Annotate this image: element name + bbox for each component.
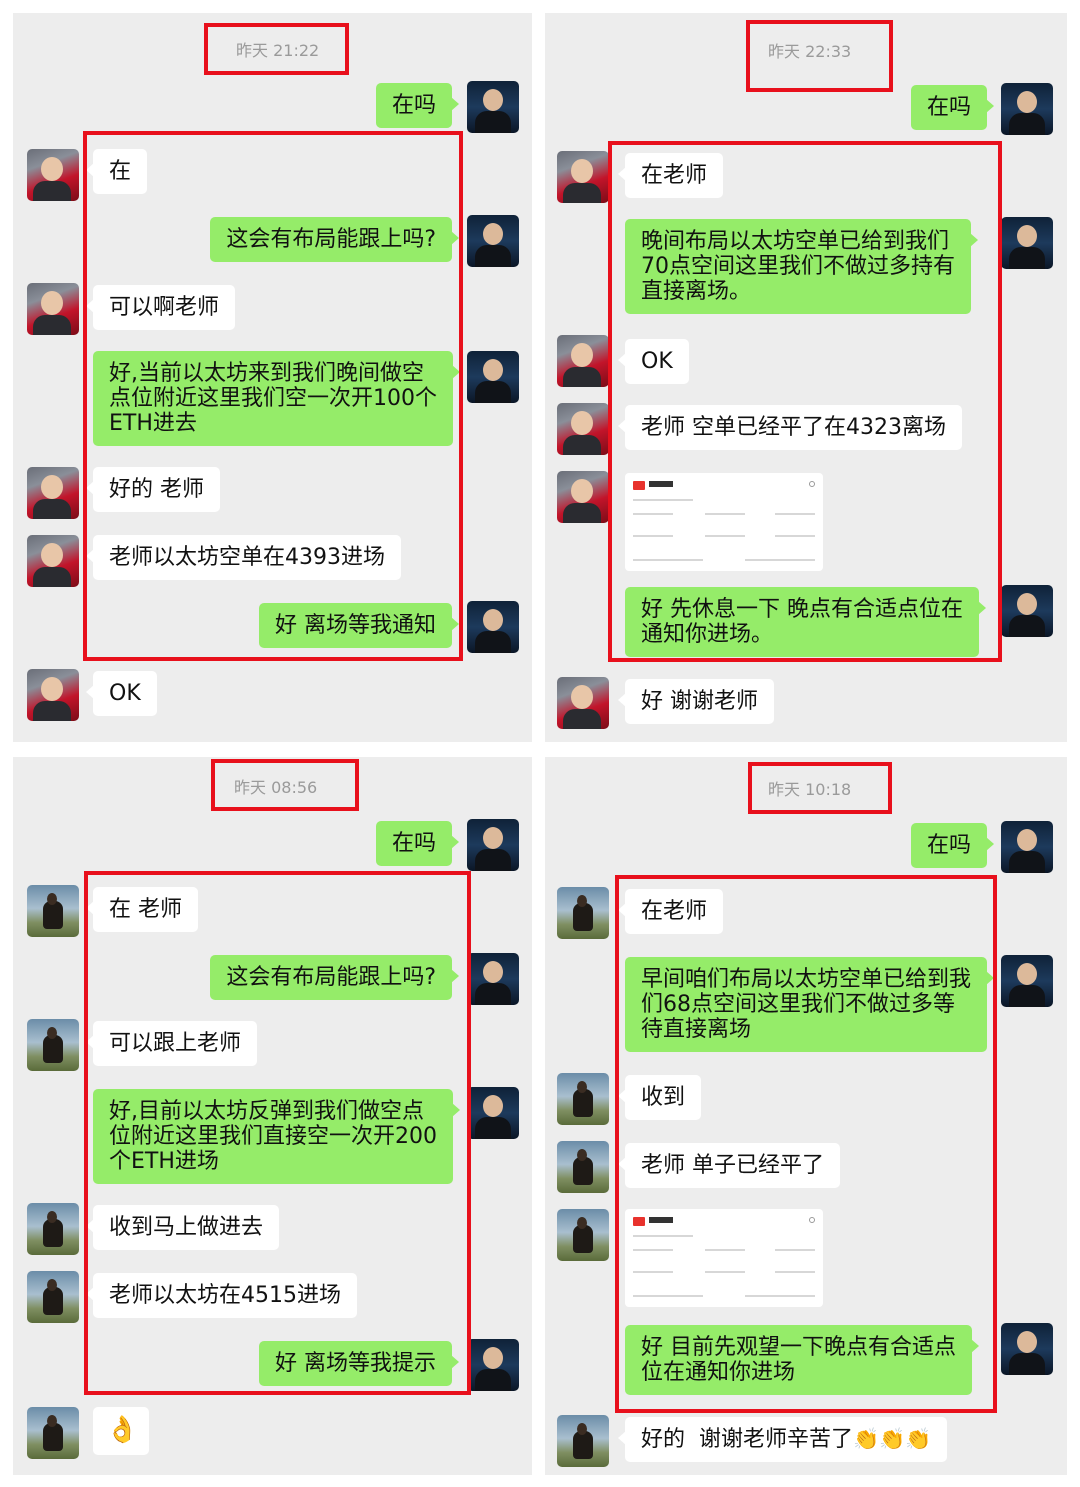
sender-avatar[interactable] — [1001, 955, 1053, 1007]
sent-message[interactable]: 在吗 — [375, 821, 460, 866]
contact-avatar[interactable] — [27, 1203, 79, 1255]
highlight-box — [83, 131, 463, 661]
contact-avatar[interactable] — [557, 471, 609, 523]
message-text: 好的 谢谢老师辛苦了 — [641, 1427, 853, 1452]
sender-avatar[interactable] — [467, 819, 519, 871]
sent-message[interactable]: 在吗 — [375, 83, 460, 128]
received-message[interactable]: 好 谢谢老师 — [618, 679, 774, 724]
sender-avatar[interactable] — [1001, 83, 1053, 135]
highlight-box — [615, 875, 997, 1413]
sender-avatar[interactable] — [467, 1087, 519, 1139]
contact-avatar[interactable] — [27, 467, 79, 519]
contact-avatar[interactable] — [27, 885, 79, 937]
contact-avatar[interactable] — [557, 1415, 609, 1467]
ok-hand-sticker[interactable]: 👌 — [93, 1407, 149, 1455]
chat-panel-2: 昨天 22:33 在吗 在老师 晚间布局以太坊空单已给到我们 70点空间这里我们… — [545, 13, 1067, 742]
contact-avatar[interactable] — [557, 887, 609, 939]
highlight-box — [84, 871, 471, 1395]
contact-avatar[interactable] — [557, 1073, 609, 1125]
sender-avatar[interactable] — [467, 351, 519, 403]
ok-hand-emoji-icon: 👌 — [106, 1415, 139, 1445]
sender-avatar[interactable] — [467, 953, 519, 1005]
sender-avatar[interactable] — [467, 601, 519, 653]
highlight-box — [746, 20, 893, 92]
contact-avatar[interactable] — [557, 151, 609, 203]
received-message[interactable]: 好的 谢谢老师辛苦了👏👏👏 — [617, 1417, 948, 1462]
contact-avatar[interactable] — [27, 149, 79, 201]
sender-avatar[interactable] — [1001, 1323, 1053, 1375]
contact-avatar[interactable] — [557, 1141, 609, 1193]
highlight-box — [211, 759, 359, 811]
sent-message[interactable]: 在吗 — [910, 823, 995, 868]
highlight-box — [204, 23, 349, 75]
contact-avatar[interactable] — [557, 335, 609, 387]
contact-avatar[interactable] — [557, 1209, 609, 1261]
contact-avatar[interactable] — [557, 677, 609, 729]
contact-avatar[interactable] — [557, 403, 609, 455]
chat-panel-4: 昨天 10:18 在吗 在老师 早间咱们布局以太坊空单已给到我 们68点空间这里… — [545, 757, 1067, 1475]
contact-avatar[interactable] — [27, 283, 79, 335]
contact-avatar[interactable] — [27, 1019, 79, 1071]
chat-panel-1: 昨天 21:22 在吗 在 这会有布局能跟上吗? 可以啊老师 好,当前以太坊来到… — [13, 13, 532, 742]
chat-panel-3: 昨天 08:56 在吗 在 老师 这会有布局能跟上吗? 可以跟上老师 好,目前以… — [13, 757, 532, 1475]
sender-avatar[interactable] — [467, 215, 519, 267]
contact-avatar[interactable] — [27, 535, 79, 587]
sent-message[interactable]: 在吗 — [910, 85, 995, 130]
sender-avatar[interactable] — [1001, 585, 1053, 637]
highlight-box — [748, 762, 892, 814]
sender-avatar[interactable] — [467, 1339, 519, 1391]
clapping-hands-emoji-icon: 👏👏👏 — [853, 1427, 932, 1451]
received-message[interactable]: OK — [86, 671, 157, 716]
contact-avatar[interactable] — [27, 669, 79, 721]
contact-avatar[interactable] — [27, 1271, 79, 1323]
contact-avatar[interactable] — [27, 1407, 79, 1459]
sender-avatar[interactable] — [467, 81, 519, 133]
highlight-box — [608, 141, 1002, 662]
sender-avatar[interactable] — [1001, 217, 1053, 269]
sender-avatar[interactable] — [1001, 821, 1053, 873]
